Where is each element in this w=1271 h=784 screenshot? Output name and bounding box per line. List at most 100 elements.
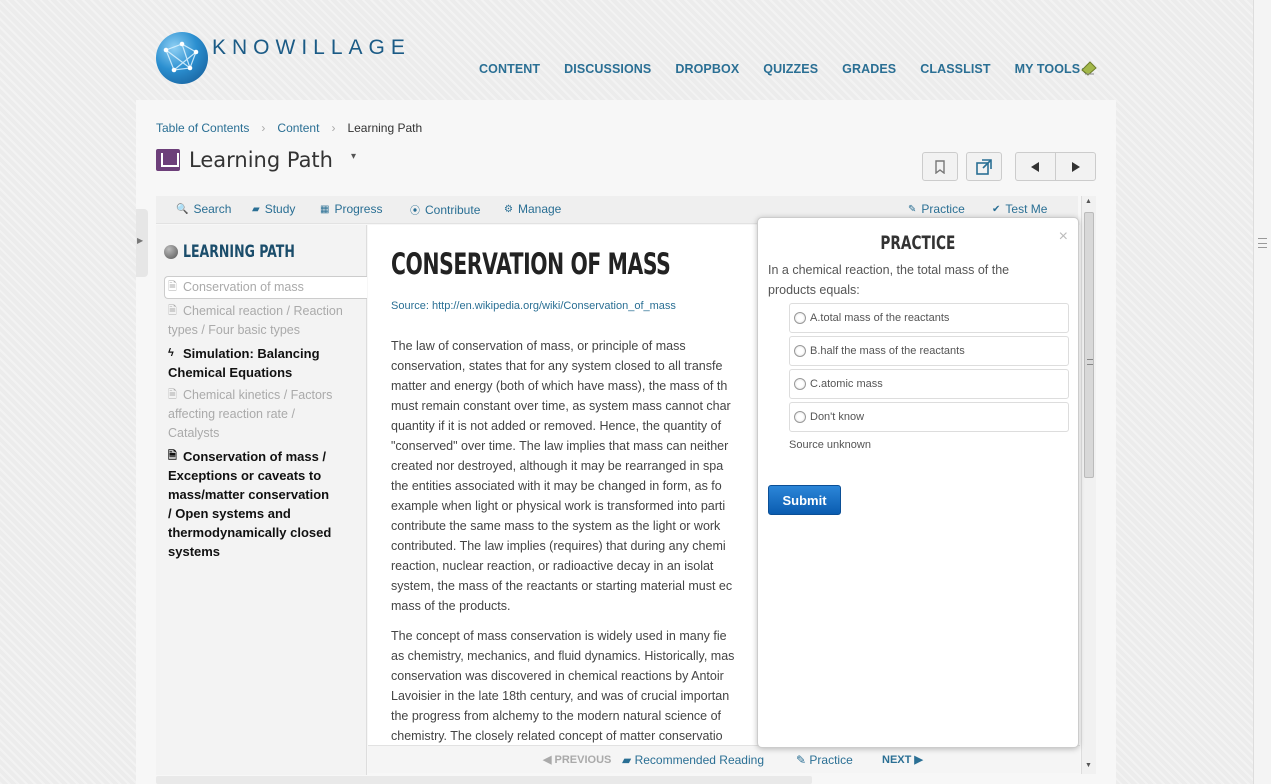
next-button[interactable]: NEXT ▶ xyxy=(882,753,923,766)
toolbar-practice[interactable]: ✎ Practice xyxy=(908,202,965,216)
toolbar-contribute[interactable]: ⦿ Contribute xyxy=(410,202,481,218)
sidebar-item-label: Simulation: Balancing xyxy=(183,346,320,361)
article-line: conservation, states that for any system… xyxy=(391,359,723,373)
toolbar-test-me[interactable]: ✔ Test Me xyxy=(992,202,1047,216)
article-line: conservation was discovered in chemical … xyxy=(391,669,724,683)
sidebar-item-conservation-of-mass[interactable]: 🗎 Conservation of mass xyxy=(168,278,360,297)
answer-option-c[interactable]: C.atomic mass xyxy=(789,369,1069,399)
previous-arrow-button[interactable] xyxy=(1016,153,1056,180)
article-line: example when light or physical work is t… xyxy=(391,499,726,513)
toolbar-search-label: Search xyxy=(193,202,232,216)
brand-name: KNOWILLAGE xyxy=(212,36,411,59)
globe-icon xyxy=(164,245,178,259)
nav-content[interactable]: CONTENT xyxy=(479,62,540,76)
toolbar-study[interactable]: ▰ Study xyxy=(252,202,295,216)
nav-quizzes[interactable]: QUIZZES xyxy=(763,62,818,76)
nav-discussions[interactable]: DISCUSSIONS xyxy=(564,62,651,76)
article-line: as chemistry, mechanics, and fluid dynam… xyxy=(391,649,735,663)
toolbar-practice-label: Practice xyxy=(921,202,965,216)
sidebar-item-chemical-reaction[interactable]: 🗎 Chemical reaction / Reaction types / Fo… xyxy=(168,302,360,340)
page-title-text: Learning Path xyxy=(189,148,333,172)
radio-button[interactable] xyxy=(794,345,806,357)
toolbar-progress[interactable]: ▦ Progress xyxy=(320,202,382,216)
next-label: NEXT xyxy=(882,754,912,766)
sidebar-item-simulation[interactable]: ϟ Simulation: Balancing Chemical Equation… xyxy=(168,344,360,382)
recommended-reading-link[interactable]: ▰ Recommended Reading xyxy=(622,753,764,767)
logo[interactable]: KNOWILLAGE xyxy=(156,32,411,84)
sidebar-item-label: Chemical kinetics / Factors xyxy=(183,388,333,402)
answer-option-label: C.atomic mass xyxy=(810,378,883,390)
toolbar-search[interactable]: 🔍 Search xyxy=(176,202,231,216)
nav-my-tools-label: MY TOOLS xyxy=(1014,62,1081,76)
sidebar-heading: LEARNING PATH xyxy=(164,242,319,262)
article-line: contribute the same mass to the system a… xyxy=(391,519,721,533)
arrow-left-icon xyxy=(1030,161,1039,172)
breadcrumb: Table of Contents › Content › Learning P… xyxy=(156,121,422,135)
search-icon: 🔍 xyxy=(176,203,189,215)
previous-label: PREVIOUS xyxy=(554,754,612,766)
chart-icon: ▦ xyxy=(320,203,330,215)
bottom-practice-link[interactable]: ✎ Practice xyxy=(796,753,853,767)
article-source-link[interactable]: Source: http://en.wikipedia.org/wiki/Con… xyxy=(391,300,676,312)
answer-option-label: B.half the mass of the reactants xyxy=(810,345,965,357)
answer-option-a[interactable]: A.total mass of the reactants xyxy=(789,303,1069,333)
radio-button[interactable] xyxy=(794,378,806,390)
practice-question: In a chemical reaction, the total mass o… xyxy=(768,263,1010,297)
sidebar-item-label: Catalysts xyxy=(168,426,220,440)
sidebar-item-label: Exceptions or caveats to xyxy=(168,468,322,483)
title-dropdown-icon[interactable]: ▾ xyxy=(351,151,356,162)
sidebar-item-conservation-exceptions[interactable]: 🗎 Conservation of mass / Exceptions or c… xyxy=(168,447,360,561)
sidebar-item-label: Chemical Equations xyxy=(168,365,293,380)
nav-classlist[interactable]: CLASSLIST xyxy=(920,62,990,76)
scroll-up-icon[interactable]: ▲ xyxy=(1085,198,1092,205)
answer-option-b[interactable]: B.half the mass of the reactants xyxy=(789,336,1069,366)
article-line: system, the mass of the reactants or sta… xyxy=(391,579,733,593)
scrollbar-thumb[interactable] xyxy=(1084,212,1094,478)
scroll-down-icon[interactable]: ▼ xyxy=(1085,762,1092,769)
pencil-icon: ✎ xyxy=(908,203,917,215)
toolbar-contribute-label: Contribute xyxy=(425,202,481,217)
article-paragraph: The concept of mass conservation is wide… xyxy=(391,626,766,745)
recommended-reading-label: Recommended Reading xyxy=(634,753,764,767)
nav-dropbox[interactable]: DROPBOX xyxy=(675,62,739,76)
article-line: created nor destroyed, although it may b… xyxy=(391,459,724,473)
answer-option-dont-know[interactable]: Don't know xyxy=(789,402,1069,432)
previous-button[interactable]: ◀ PREVIOUS xyxy=(543,753,611,766)
check-circle-icon: ✔ xyxy=(992,203,1001,215)
practice-title: PRACTICE xyxy=(758,232,1078,254)
bookmark-button[interactable] xyxy=(922,152,958,181)
page-title: Learning Path ▾ xyxy=(156,148,356,172)
sidebar-toggle-handle[interactable] xyxy=(136,209,148,277)
pencil-icon: ✎ xyxy=(796,753,807,767)
popout-button[interactable] xyxy=(966,152,1002,181)
sidebar-item-label: thermodynamically closed xyxy=(168,525,332,540)
nav-grades[interactable]: GRADES xyxy=(842,62,896,76)
article-line: "conserved" over time. The law implies t… xyxy=(391,439,729,453)
browser-scrollbar[interactable] xyxy=(1253,0,1271,784)
next-arrow-button[interactable] xyxy=(1056,153,1096,180)
article-line: contributed. The law implies (requires) … xyxy=(391,539,726,553)
content-scrollbar[interactable]: ▲ ▼ xyxy=(1081,196,1096,774)
submit-button[interactable]: Submit xyxy=(768,485,841,515)
breadcrumb-table-of-contents[interactable]: Table of Contents xyxy=(156,121,249,135)
question-source: Source unknown xyxy=(789,439,871,451)
sidebar-item-label: mass/matter conservation xyxy=(168,487,330,502)
toolbar-manage[interactable]: ⚙ Manage xyxy=(504,202,561,216)
chevron-right-icon: › xyxy=(331,121,336,135)
practice-title-text: PRACTICE xyxy=(880,232,956,254)
nav-my-tools[interactable]: MY TOOLS▾ xyxy=(1015,62,1087,76)
radio-button[interactable] xyxy=(794,411,806,423)
book-icon: ▰ xyxy=(252,203,260,215)
eraser-tool-icon[interactable] xyxy=(1080,60,1098,76)
sidebar-item-chemical-kinetics[interactable]: 🗎 Chemical kinetics / Factors affecting r… xyxy=(168,386,360,443)
bottom-practice-label: Practice xyxy=(809,753,853,767)
radio-button[interactable] xyxy=(794,312,806,324)
toolbar-manage-label: Manage xyxy=(517,202,562,216)
article-line: reaction, nuclear reaction, or radioacti… xyxy=(391,559,714,573)
bottom-navigation: ◀ PREVIOUS ▰ Recommended Reading ✎ Pract… xyxy=(368,745,1080,773)
breadcrumb-content[interactable]: Content xyxy=(277,121,319,135)
horizontal-scrollbar[interactable] xyxy=(156,776,812,784)
chevron-right-icon: › xyxy=(261,121,266,135)
sidebar-item-label: Conservation of mass / xyxy=(183,449,327,464)
article-line: Lavoisier in the late 18th century, and … xyxy=(391,689,730,703)
